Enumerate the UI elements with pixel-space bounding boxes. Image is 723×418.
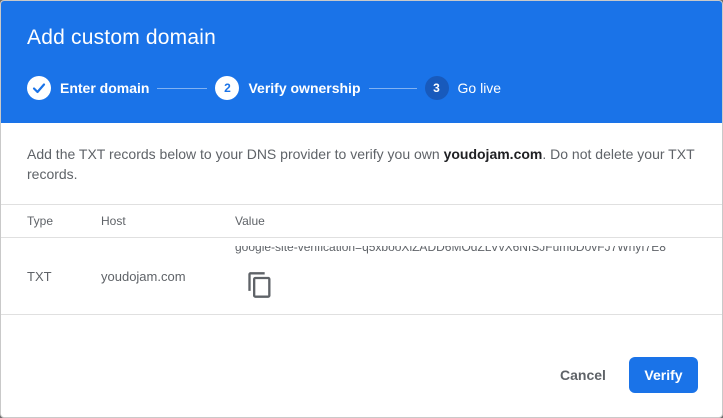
step-go-live: 3 Go live <box>424 76 502 100</box>
header-value: Value <box>235 214 265 228</box>
step-verify-ownership: 2 Verify ownership <box>215 76 361 100</box>
record-host: youdojam.com <box>101 269 186 284</box>
step-label-go-live: Go live <box>457 80 502 96</box>
step-number-2: 2 <box>215 76 240 100</box>
header-type: Type <box>27 214 54 228</box>
dialog-header: Add custom domain Enter domain 2 Verify … <box>1 1 722 123</box>
intro-text: Add the TXT records below to your DNS pr… <box>27 144 697 184</box>
add-custom-domain-dialog: Add custom domain Enter domain 2 Verify … <box>0 0 723 418</box>
step-connector <box>157 87 208 89</box>
record-value-text: google-site-verification=q5xbooXiZADD6MO… <box>235 246 666 254</box>
step-enter-domain: Enter domain <box>27 76 149 100</box>
table-header: Type Host Value <box>1 204 722 238</box>
intro-text-before: Add the TXT records below to your DNS pr… <box>27 146 444 162</box>
step-label-verify-ownership: Verify ownership <box>248 80 361 96</box>
table-row: TXT youdojam.com google-site-verificatio… <box>1 238 722 315</box>
step-connector <box>368 87 417 89</box>
copy-icon[interactable] <box>246 271 274 299</box>
record-type: TXT <box>27 269 52 284</box>
check-icon <box>27 76 51 100</box>
step-label-enter-domain: Enter domain <box>60 80 150 96</box>
stepper: Enter domain 2 Verify ownership 3 Go liv… <box>27 76 501 100</box>
dialog-title: Add custom domain <box>27 26 216 49</box>
header-host: Host <box>101 214 126 228</box>
step-number-3: 3 <box>424 76 449 100</box>
record-value[interactable]: google-site-verification=q5xbooXiZADD6MO… <box>235 246 685 257</box>
cancel-button[interactable]: Cancel <box>549 357 617 393</box>
verify-button[interactable]: Verify <box>629 357 698 393</box>
dns-records-table: Type Host Value TXT youdojam.com google-… <box>1 204 722 315</box>
intro-domain: youdojam.com <box>443 146 543 162</box>
